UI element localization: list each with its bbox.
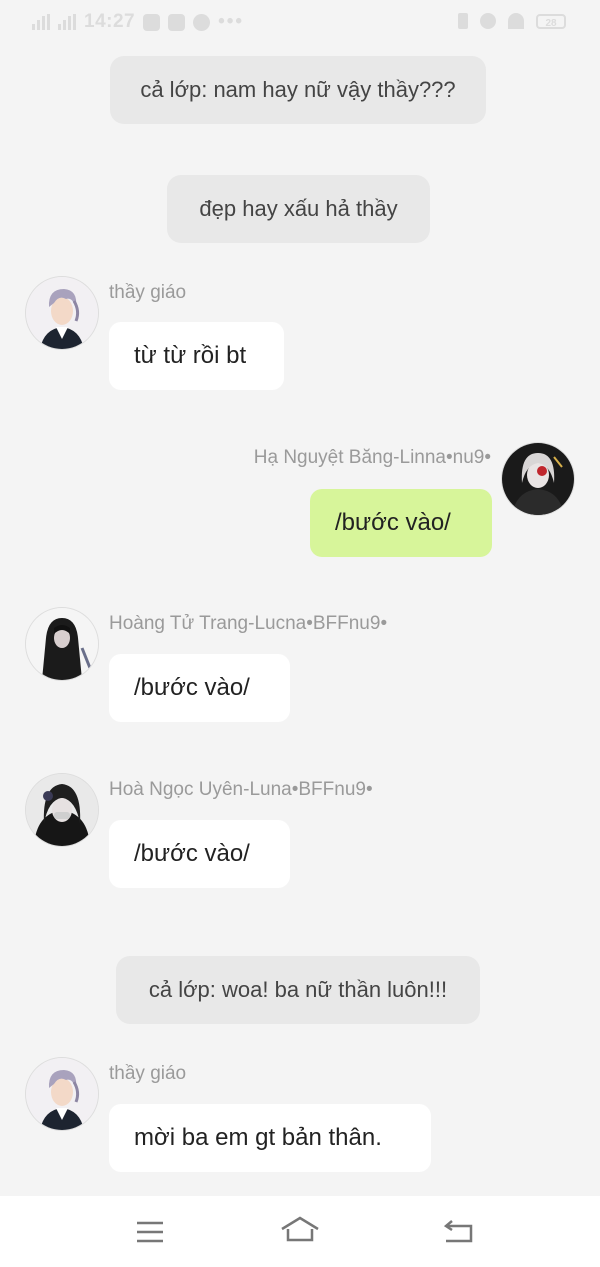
sender-name: Hạ Nguyệt Băng-Linna•nu9• [253,447,491,468]
message-bubble-outgoing[interactable]: /bước vào/ [310,489,492,557]
messenger-icon [193,13,211,31]
sender-name: thầy giáo [109,1063,187,1084]
system-message: đẹp hay xấu hả thầy [167,175,430,243]
status-time: 14:27 [84,11,136,32]
message-bubble[interactable]: từ từ rồi bt [109,322,284,390]
message-bubble[interactable]: /bước vào/ [109,654,290,722]
avatar-hoa-ngoc-uyen[interactable] [26,774,98,846]
vibrate-icon [480,13,496,29]
message-bubble[interactable]: /bước vào/ [109,820,290,888]
sender-name: Hoàng Tử Trang-Lucna•BFFnu9• [109,613,388,634]
app-notification-icon [168,13,186,31]
avatar-teacher[interactable] [26,1058,98,1130]
status-bar: 14:27 ••• 28 [0,0,600,46]
wifi-icon [508,13,524,29]
status-bar-right: 28 [458,13,566,29]
more-notifications-icon: ••• [218,11,245,32]
navigation-bar [0,1196,600,1267]
system-message: cả lớp: nam hay nữ vậy thầy??? [110,56,486,124]
bluetooth-icon [458,13,468,29]
avatar-teacher[interactable] [26,277,98,349]
sender-name: thầy giáo [109,282,187,303]
signal-icon-2 [58,14,76,30]
back-icon[interactable] [438,1212,478,1252]
home-icon[interactable] [280,1212,320,1252]
avatar-hoang-tu-trang[interactable] [26,608,98,680]
status-bar-left: 14:27 ••• [32,11,244,33]
signal-icon [32,14,50,30]
message-bubble[interactable]: mời ba em gt bản thân. [109,1104,431,1172]
sender-name: Hoà Ngọc Uyên-Luna•BFFnu9• [109,779,373,800]
battery-icon: 28 [536,13,566,29]
avatar-self[interactable] [502,443,574,515]
facebook-icon [143,13,161,31]
menu-icon[interactable] [130,1212,170,1252]
system-message: cả lớp: woa! ba nữ thần luôn!!! [116,956,480,1024]
